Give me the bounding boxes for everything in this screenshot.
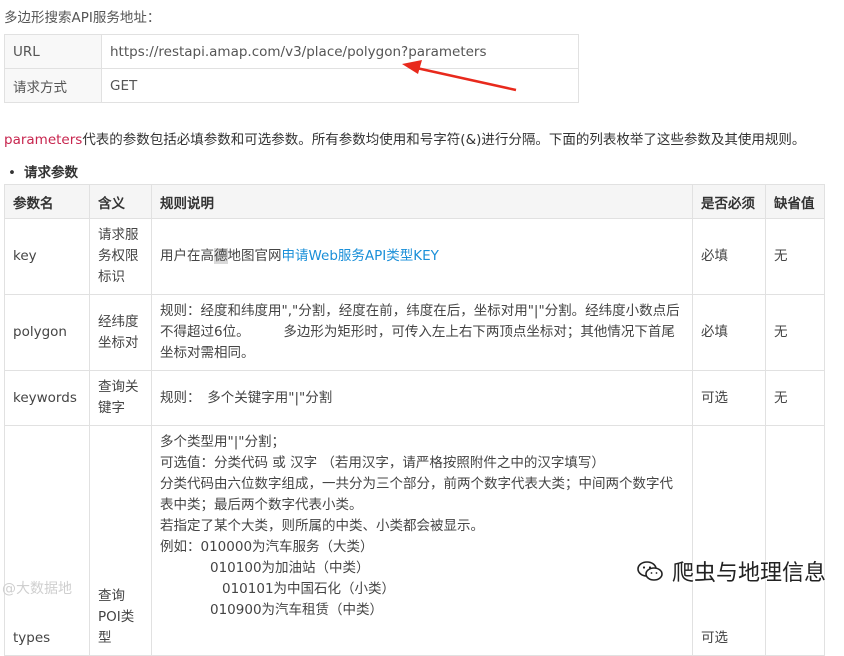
url-table: URL https://restapi.amap.com/v3/place/po… (4, 34, 579, 103)
section-title: 请求参数 (8, 161, 78, 181)
param-default: 无 (765, 218, 825, 295)
rule-text: 用户在高 (160, 248, 214, 264)
rule-line: 010101为中国石化（小类） (222, 581, 396, 597)
param-meaning: 请求服务权限标识 (89, 218, 152, 295)
param-rule: 多个类型用"|"分割； 可选值：分类代码 或 汉字 （若用汉字，请严格按照附件之… (151, 425, 693, 656)
table-row: URL https://restapi.amap.com/v3/place/po… (4, 34, 579, 69)
parameters-description: parameters代表的参数包括必填参数和可选参数。所有参数均使用和号字符(&… (4, 128, 805, 148)
rule-line: 例如：010000为汽车服务（大类） (160, 539, 374, 555)
url-value[interactable]: https://restapi.amap.com/v3/place/polygo… (101, 34, 579, 69)
page-title: 多边形搜索API服务地址： (4, 10, 161, 26)
param-default: 无 (765, 294, 825, 371)
param-rule: 用户在高德地图官网申请Web服务API类型KEY (151, 218, 693, 295)
param-default (765, 425, 825, 656)
method-key: 请求方式 (4, 68, 102, 103)
param-required: 必填 (692, 294, 766, 371)
param-rule: 规则：经度和纬度用","分割，经度在前，纬度在后，坐标对用"|"分割。经纬度小数… (151, 294, 693, 371)
watermark-right: 爬虫与地理信息 (636, 555, 826, 587)
watermark-left: @大数据地 (2, 581, 72, 597)
parameters-highlight: parameters (4, 132, 83, 148)
rule-line: 分类代码由六位数字组成，一共分为三个部分，前两个数字代表大类；中间两个数字代表中… (160, 476, 673, 513)
url-key: URL (4, 34, 102, 69)
method-value: GET (101, 68, 579, 103)
param-default: 无 (765, 370, 825, 426)
table-row: polygon 经纬度坐标对 规则：经度和纬度用","分割，经度在前，纬度在后，… (4, 294, 825, 371)
header-meaning: 含义 (89, 184, 152, 219)
table-row: 请求方式 GET (4, 68, 579, 103)
watermark-text: 爬虫与地理信息 (672, 561, 827, 586)
table-header-row: 参数名 含义 规则说明 是否必须 缺省值 (4, 184, 825, 219)
param-name: polygon (4, 294, 90, 371)
header-rule: 规则说明 (151, 184, 693, 219)
header-default: 缺省值 (765, 184, 825, 219)
table-row: types 查询POI类型 多个类型用"|"分割； 可选值：分类代码 或 汉字 … (4, 425, 825, 656)
rule-line: 可选值：分类代码 或 汉字 （若用汉字，请严格按照附件之中的汉字填写） (160, 455, 605, 471)
param-name: key (4, 218, 90, 295)
rule-line: 010100为加油站（中类） (210, 560, 370, 576)
header-required: 是否必须 (692, 184, 766, 219)
param-meaning: 查询关键字 (89, 370, 152, 426)
header-name: 参数名 (4, 184, 90, 219)
table-row: key 请求服务权限标识 用户在高德地图官网申请Web服务API类型KEY 必填… (4, 218, 825, 295)
rule-line: 多个类型用"|"分割； (160, 434, 285, 450)
rule-text: 地图官网 (227, 248, 282, 264)
wechat-icon (637, 561, 663, 581)
rule-line: 010900为汽车租赁（中类） (210, 602, 384, 618)
param-required: 必填 (692, 218, 766, 295)
apply-key-link[interactable]: 申请Web服务API类型KEY (282, 248, 439, 264)
param-meaning: 查询POI类型 (89, 425, 152, 656)
selected-text: 德 (214, 248, 228, 264)
param-name: types (4, 425, 90, 656)
rule-line: 若指定了某个大类，则所属的中类、小类都会被显示。 (160, 518, 484, 534)
param-meaning: 经纬度坐标对 (89, 294, 152, 371)
param-rule: 规则： 多个关键字用"|"分割 (151, 370, 693, 426)
param-name: keywords (4, 370, 90, 426)
param-required: 可选 (692, 425, 766, 656)
table-row: keywords 查询关键字 规则： 多个关键字用"|"分割 可选 无 (4, 370, 825, 426)
param-required: 可选 (692, 370, 766, 426)
description-text: 代表的参数包括必填参数和可选参数。所有参数均使用和号字符(&)进行分隔。下面的列… (82, 132, 806, 148)
